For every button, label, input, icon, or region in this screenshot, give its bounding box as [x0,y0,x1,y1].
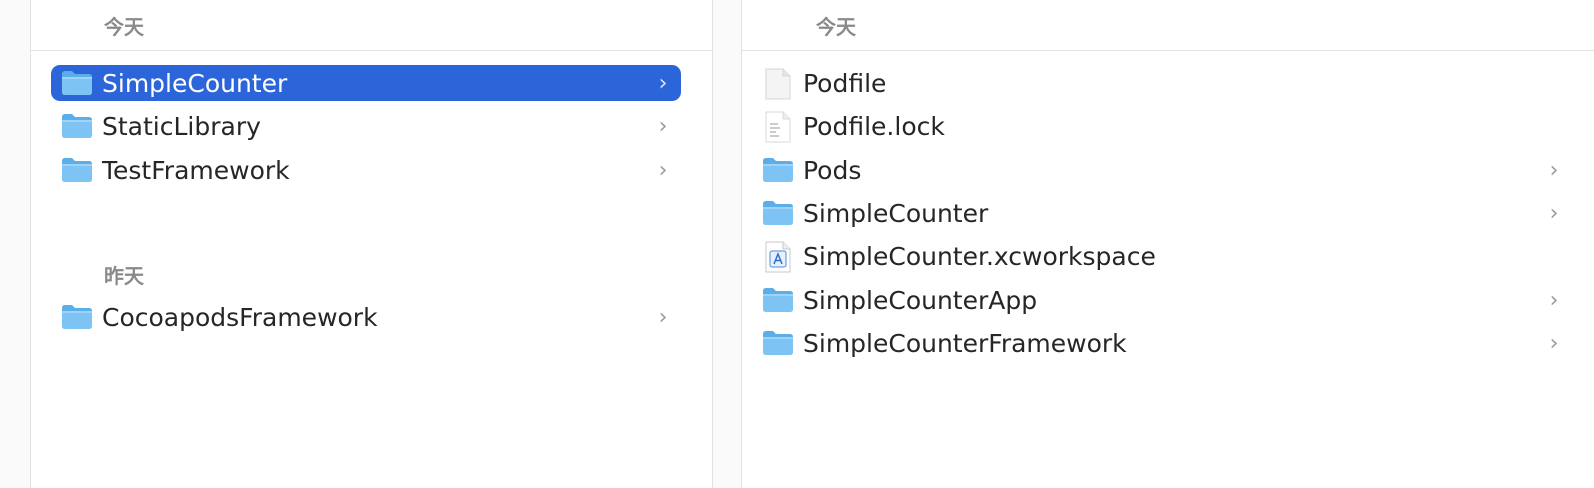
item-name: SimpleCounter.xcworkspace [803,241,1156,271]
folder-icon [61,299,93,335]
chevron-right-icon: › [658,304,668,330]
column-right[interactable]: 今天 Podfile Podfile.lock Pods › SimpleCou… [742,0,1594,488]
xcworkspace-icon [762,238,794,274]
chevron-right-icon: › [658,157,668,183]
chevron-right-icon: › [1549,287,1559,313]
folder-icon [762,152,794,188]
item-name: SimpleCounterFramework [803,328,1127,358]
item-name: TestFramework [102,155,290,185]
column-divider[interactable] [713,0,742,488]
chevron-right-icon: › [658,70,668,96]
list-item[interactable]: StaticLibrary › [51,108,681,144]
column-left[interactable]: 今天 SimpleCounter › StaticLibrary › TestF… [31,0,713,488]
list-item[interactable]: Podfile [752,65,1572,101]
folder-icon [762,195,794,231]
folder-icon [762,282,794,318]
section-label-today: 今天 [816,15,856,39]
list-item[interactable]: SimpleCounter › [51,65,681,101]
item-name: SimpleCounter [102,68,288,98]
column-right-header: 今天 [742,0,1594,51]
item-name: SimpleCounter [803,198,989,228]
list-item[interactable]: SimpleCounter › [752,195,1572,231]
document-icon [762,65,794,101]
folder-icon [762,325,794,361]
folder-icon [61,152,93,188]
list-item[interactable]: Podfile.lock [752,108,1572,144]
item-name: CocoapodsFramework [102,302,378,332]
list-item[interactable]: SimpleCounter.xcworkspace [752,238,1572,274]
chevron-right-icon: › [1549,200,1559,226]
list-item[interactable]: CocoapodsFramework › [51,299,681,335]
leading-column [0,0,31,488]
item-name: Podfile [803,68,887,98]
section-label-yesterday: 昨天 [104,264,144,288]
item-name: SimpleCounterApp [803,285,1038,315]
folder-icon [61,65,93,101]
list-item[interactable]: SimpleCounterFramework › [752,325,1572,361]
list-item[interactable]: SimpleCounterApp › [752,282,1572,318]
list-item[interactable]: TestFramework › [51,152,681,188]
chevron-right-icon: › [1549,330,1559,356]
item-name: Pods [803,155,862,185]
section-label-today: 今天 [104,15,144,39]
item-name: StaticLibrary [102,111,261,141]
chevron-right-icon: › [1549,157,1559,183]
folder-icon [61,108,93,144]
chevron-right-icon: › [658,113,668,139]
text-document-icon [762,108,794,144]
item-name: Podfile.lock [803,111,945,141]
list-item[interactable]: Pods › [752,152,1572,188]
column-left-header: 今天 [31,0,712,51]
